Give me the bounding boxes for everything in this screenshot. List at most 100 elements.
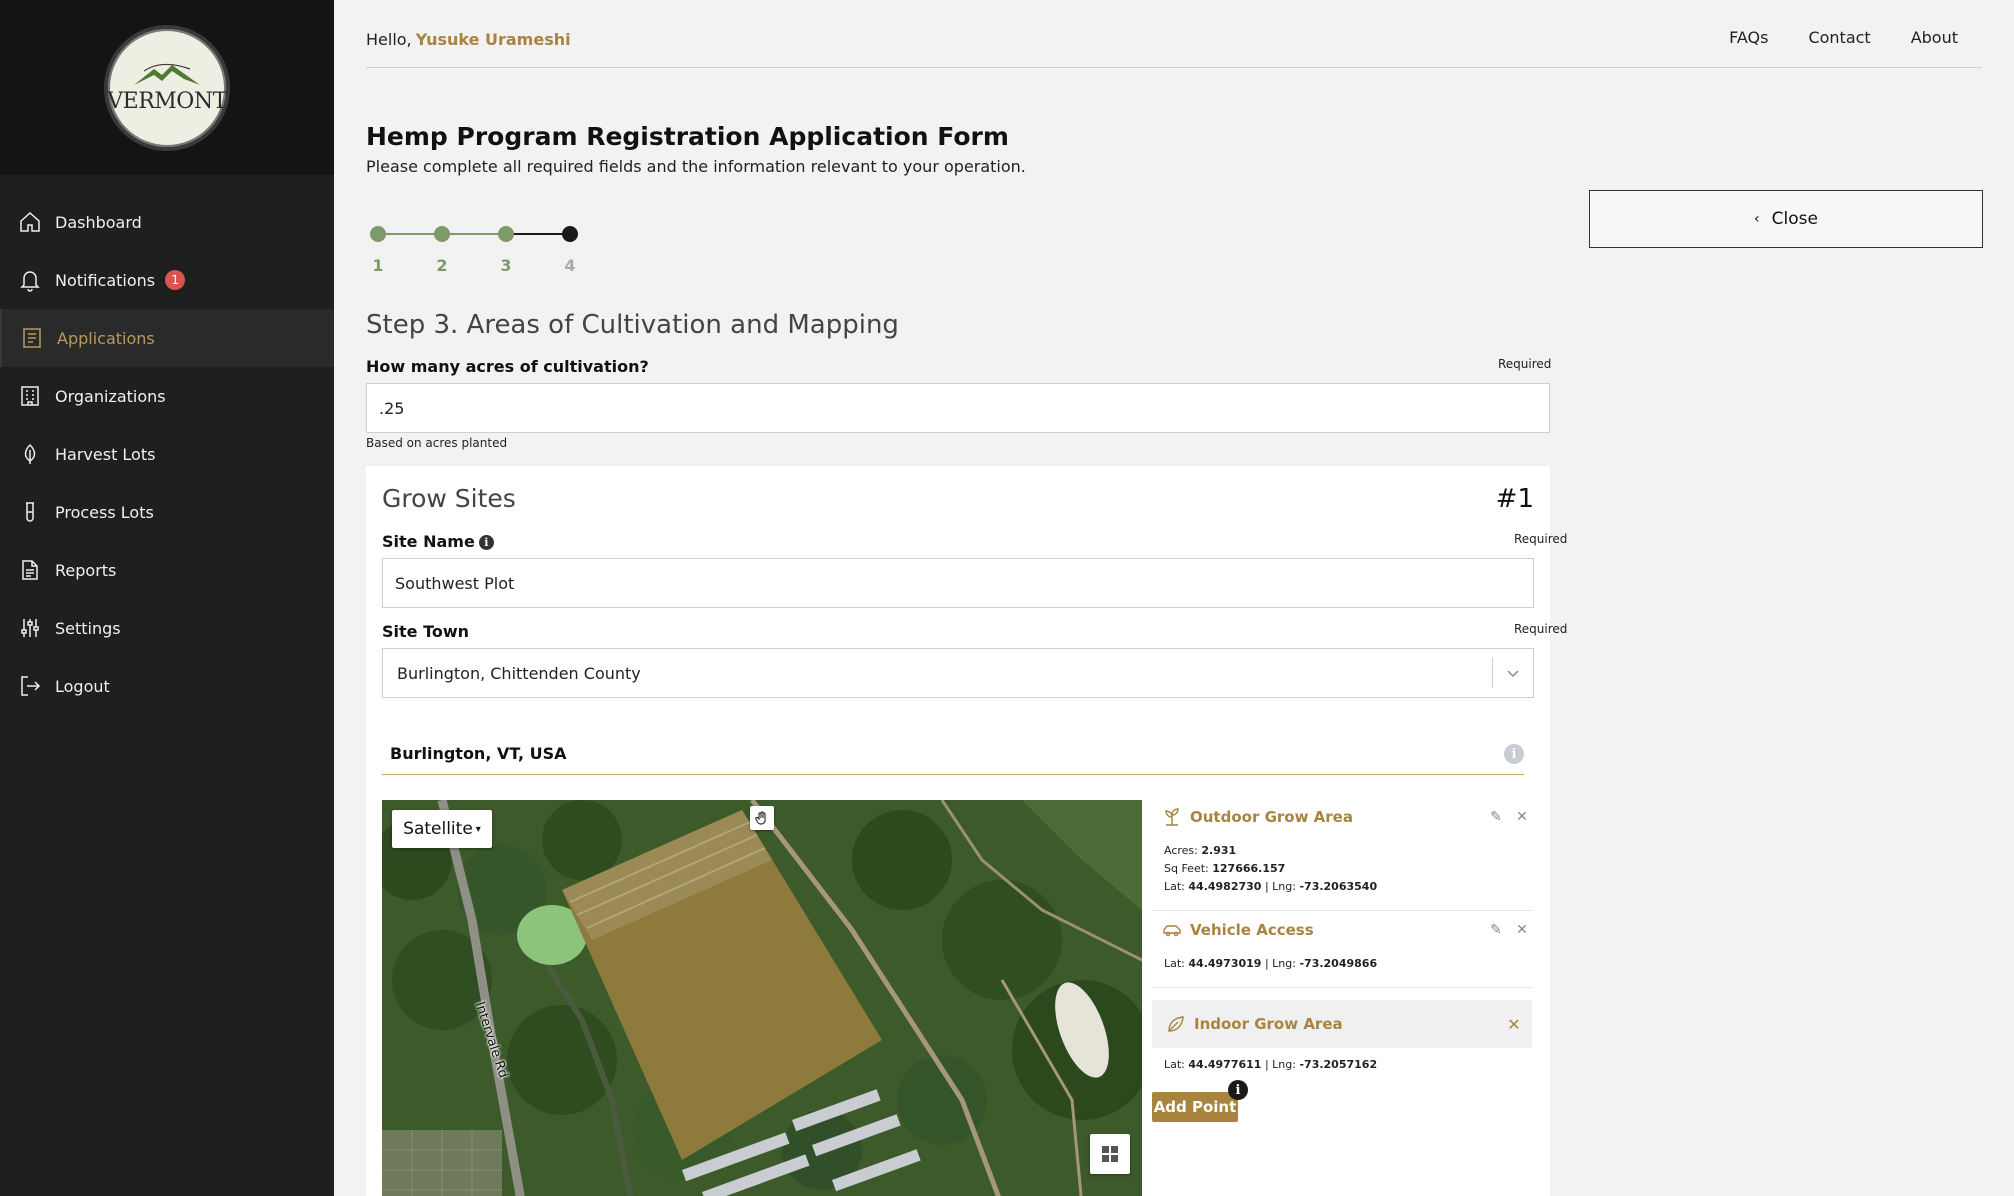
sidebar-item-label: Logout (55, 676, 110, 696)
location-search-row[interactable]: Burlington, VT, USA i (382, 734, 1524, 775)
logo-area: VERMONT (0, 0, 334, 175)
site-town-value: Burlington, Chittenden County (397, 663, 641, 683)
site-town-required: Required (1514, 622, 1568, 636)
sidebar-item-label: Notifications (55, 270, 156, 290)
sidebar-item-reports[interactable]: Reports (0, 541, 334, 599)
step-dot-1[interactable] (370, 226, 386, 242)
lat-key: Lat: (1164, 957, 1185, 970)
sidebar-item-logout[interactable]: Logout (0, 657, 334, 715)
contact-link[interactable]: Contact (1808, 28, 1870, 47)
edit-pencil-icon[interactable]: ✎ (1486, 807, 1506, 827)
grow-sites-card: Grow Sites #1 Site Namei Required Site T… (366, 466, 1567, 1196)
feature-vehicle-access[interactable]: Vehicle Access ✎ ✕ Lat: 44.4973019 | Lng… (1152, 913, 1532, 988)
map-type-label: Satellite (403, 819, 473, 839)
site-name-input[interactable] (382, 558, 1534, 608)
caret-down-icon: ▾ (475, 823, 481, 835)
greeting-text: Hello, (366, 30, 412, 49)
plant-icon (1165, 808, 1179, 826)
step-number-2: 2 (436, 256, 448, 275)
sidebar-nav: Dashboard Notifications 1 Applications O… (0, 193, 334, 715)
chevron-left-icon: ‹ (1754, 211, 1760, 227)
site-name-label-text: Site Name (382, 532, 475, 551)
sliders-icon (21, 619, 39, 637)
sidebar-item-organizations[interactable]: Organizations (0, 367, 334, 425)
lng-value: -73.2063540 (1299, 880, 1378, 893)
step-dot-2[interactable] (434, 226, 450, 242)
bell-icon (20, 271, 40, 292)
close-icon[interactable]: ✕ (1504, 1014, 1524, 1034)
acres-label: How many acres of cultivation? (366, 357, 649, 376)
sidebar-item-label: Dashboard (55, 212, 142, 232)
car-icon (1163, 925, 1181, 937)
logout-icon (21, 676, 41, 696)
location-text: Burlington, VT, USA (390, 744, 567, 763)
page-subtitle: Please complete all required fields and … (366, 157, 1026, 176)
grow-site-number: #1 (1495, 484, 1534, 514)
vermont-logo[interactable]: VERMONT (104, 24, 230, 151)
user-name[interactable]: Yusuke Urameshi (416, 30, 571, 49)
report-icon (22, 560, 38, 580)
sidebar-item-applications[interactable]: Applications (0, 309, 334, 367)
sqft-key: Sq Feet: (1164, 862, 1209, 875)
top-links: FAQs Contact About (1729, 28, 1958, 47)
feature-header: Vehicle Access ✎ ✕ (1152, 913, 1532, 947)
acres-required: Required (1498, 357, 1552, 371)
lng-key: Lng: (1272, 957, 1296, 970)
home-icon (20, 211, 40, 232)
lat-value: 44.4973019 (1188, 957, 1262, 970)
feature-indoor-grow-area[interactable]: Indoor Grow Area ✕ Lat: 44.4977611 | Lng… (1152, 1000, 1532, 1088)
add-point-row: Add Point i (1152, 1080, 1532, 1128)
lat-value: 44.4977611 (1188, 1058, 1262, 1071)
feature-details: Lat: 44.4977611 | Lng: -73.2057162 (1164, 1058, 1378, 1071)
close-icon[interactable]: ✕ (1512, 807, 1532, 827)
sqft-value: 127666.157 (1212, 862, 1286, 875)
close-button[interactable]: ‹ Close (1589, 190, 1983, 248)
sidebar-item-process-lots[interactable]: Process Lots (0, 483, 334, 541)
sidebar-item-label: Settings (55, 618, 121, 638)
chevron-down-icon[interactable] (1493, 668, 1533, 678)
step-number-4: 4 (564, 256, 576, 275)
acres-hint: Based on acres planted (366, 436, 508, 450)
sidebar-item-notifications[interactable]: Notifications 1 (0, 251, 334, 309)
document-list-icon (23, 328, 41, 348)
faqs-link[interactable]: FAQs (1729, 28, 1768, 47)
sidebar-item-harvest-lots[interactable]: Harvest Lots (0, 425, 334, 483)
sidebar-item-label: Organizations (55, 386, 166, 406)
info-icon[interactable]: i (1504, 744, 1524, 764)
info-icon[interactable]: i (478, 535, 494, 550)
feature-title: Outdoor Grow Area (1190, 808, 1353, 826)
grid-view-icon[interactable] (1090, 1134, 1130, 1174)
sidebar-item-dashboard[interactable]: Dashboard (0, 193, 334, 251)
hand-pan-icon[interactable] (750, 806, 774, 830)
edit-pencil-icon[interactable]: ✎ (1486, 920, 1506, 940)
lat-key: Lat: (1164, 1058, 1185, 1071)
add-point-button[interactable]: Add Point (1152, 1092, 1238, 1122)
mountain-logo-icon (134, 63, 200, 85)
map-type-dropdown[interactable]: Satellite ▾ (392, 810, 492, 848)
feature-details: Lat: 44.4973019 | Lng: -73.2049866 (1164, 957, 1378, 970)
site-town-select[interactable]: Burlington, Chittenden County (382, 648, 1534, 698)
leaf-icon (24, 443, 36, 464)
step-dot-3[interactable] (498, 226, 514, 242)
info-icon[interactable]: i (1228, 1080, 1248, 1100)
site-name-required: Required (1514, 532, 1568, 546)
feature-outdoor-grow-area[interactable]: Outdoor Grow Area ✎ ✕ Acres: 2.931 Sq Fe… (1152, 800, 1532, 911)
satellite-map[interactable]: Intervale Rd Satellite ▾ (382, 800, 1142, 1196)
step-heading: Step 3. Areas of Cultivation and Mapping (366, 310, 899, 340)
map-features-list: Outdoor Grow Area ✎ ✕ Acres: 2.931 Sq Fe… (1152, 800, 1532, 1128)
step-dot-4[interactable] (562, 226, 578, 242)
acres-key: Acres: (1164, 844, 1198, 857)
acres-value: 2.931 (1201, 844, 1237, 857)
sidebar-item-label: Applications (57, 328, 155, 348)
close-icon[interactable]: ✕ (1512, 920, 1532, 940)
step-number-1: 1 (372, 256, 384, 275)
site-name-label: Site Name i (382, 532, 494, 551)
sidebar-item-settings[interactable]: Settings (0, 599, 334, 657)
feature-header: Outdoor Grow Area ✎ ✕ (1152, 800, 1532, 834)
acres-input[interactable] (366, 383, 1550, 433)
feature-title: Indoor Grow Area (1194, 1015, 1343, 1033)
progress-stepper: 1 2 3 4 (370, 226, 600, 276)
sidebar-item-label: Process Lots (55, 502, 154, 522)
feature-details: Acres: 2.931 Sq Feet: 127666.157 Lat: 44… (1164, 844, 1378, 893)
about-link[interactable]: About (1911, 28, 1958, 47)
